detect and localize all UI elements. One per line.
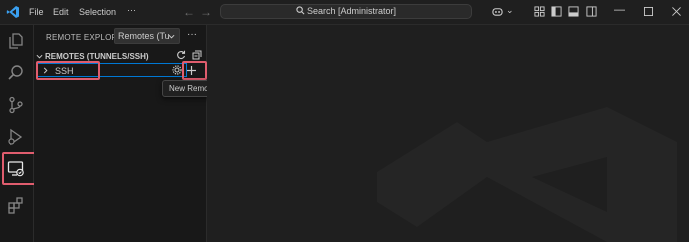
command-center-search[interactable]: Search [Administrator] [220,4,472,19]
vscode-logo-icon [6,6,19,18]
search-label: Search [Administrator] [306,6,397,16]
vscode-watermark-logo [377,107,677,242]
toggle-secondary-sidebar-icon[interactable] [586,6,597,17]
chevron-down-icon[interactable] [36,53,43,60]
gear-icon[interactable] [172,65,182,75]
run-debug-icon[interactable] [7,128,25,146]
sidebar-title: REMOTE EXPLOR... [46,33,125,42]
remote-explorer-sidebar: REMOTE EXPLOR... Remotes (Tu ··· REMOTES… [34,25,207,242]
extensions-icon[interactable] [7,196,25,214]
explorer-icon[interactable] [7,32,25,50]
customize-layout-icon[interactable] [534,6,545,17]
ssh-highlight [36,61,100,80]
chevron-down-icon [168,34,175,39]
menu-selection[interactable]: Selection [79,7,116,17]
copilot-dropdown-icon[interactable]: ⌄ [506,5,514,16]
back-arrow-icon[interactable]: ← [183,5,195,19]
close-icon[interactable] [672,7,681,16]
toggle-primary-sidebar-icon[interactable] [551,6,562,17]
section-header[interactable]: REMOTES (TUNNELS/SSH) [45,52,149,61]
title-bar: File Edit Selection ··· ← → Search [Admi… [0,0,689,25]
activity-bar [0,25,34,242]
collapse-all-icon[interactable] [192,50,202,60]
search-icon [296,6,305,15]
remotes-dropdown[interactable]: Remotes (Tu [114,28,180,44]
forward-arrow-icon[interactable]: → [200,5,212,19]
minimize-icon[interactable]: — [614,4,625,16]
copilot-icon[interactable] [492,6,503,17]
toggle-panel-icon[interactable] [568,6,579,17]
sidebar-more-button[interactable]: ··· [187,29,197,40]
remotes-dropdown-label: Remotes (Tu [118,31,170,41]
search-sidebar-icon[interactable] [7,64,25,82]
menu-more-button[interactable]: ··· [127,5,136,15]
editor-area [207,25,689,242]
new-remote-highlight [182,61,207,80]
menu-file[interactable]: File [29,7,44,17]
menu-edit[interactable]: Edit [53,7,69,17]
maximize-icon[interactable] [644,7,653,16]
refresh-icon[interactable] [176,50,186,60]
source-control-icon[interactable] [7,96,25,114]
